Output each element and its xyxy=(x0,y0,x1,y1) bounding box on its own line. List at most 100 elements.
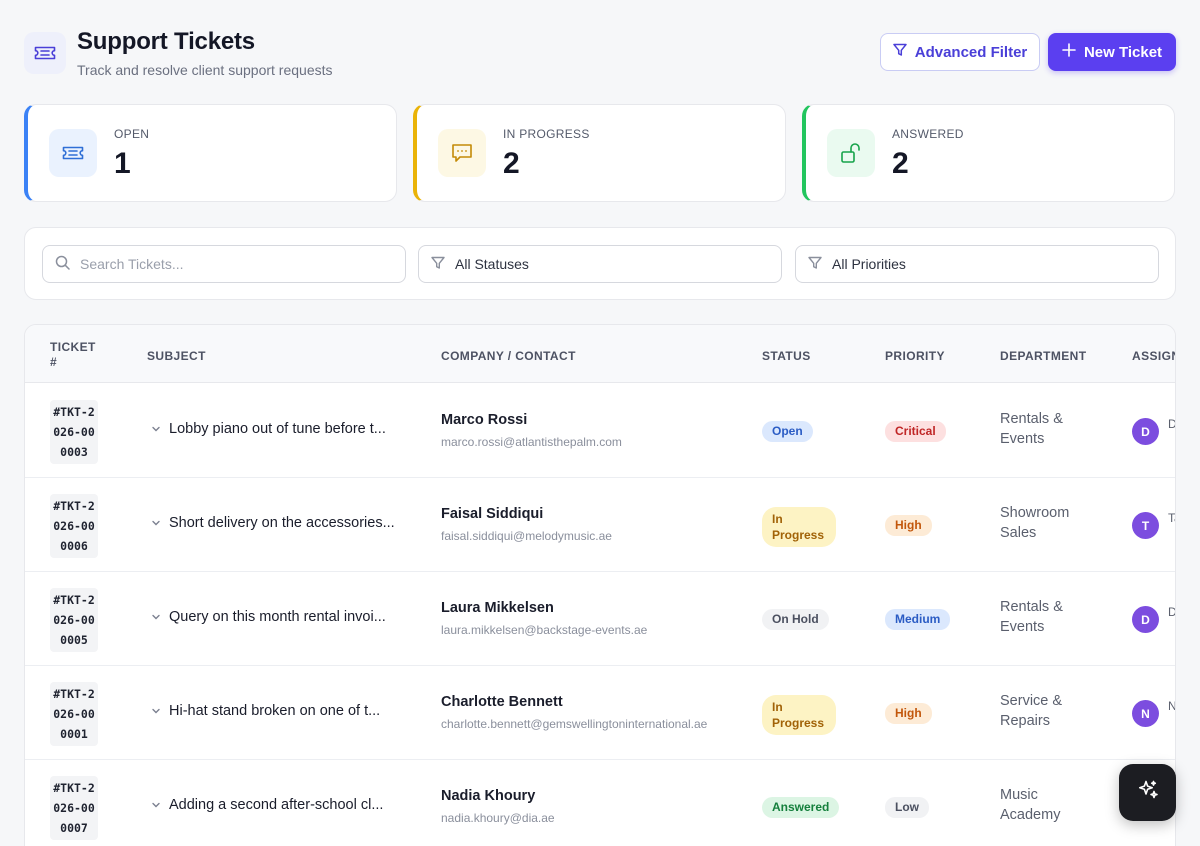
sparkles-icon xyxy=(1136,778,1160,807)
stat-card-answered[interactable]: ANSWERED 2 xyxy=(802,104,1175,202)
subject-cell[interactable]: Query on this month rental invoi... xyxy=(151,609,411,625)
table-row[interactable]: #TKT-2026-000005 Query on this month ren… xyxy=(25,572,1175,666)
priority-badge: Critical xyxy=(885,421,946,442)
status-badge: In Progress xyxy=(762,507,836,547)
priority-badge: High xyxy=(885,515,932,536)
priority-badge: High xyxy=(885,703,932,724)
status-badge: In Progress xyxy=(762,695,836,735)
plus-icon xyxy=(1062,43,1076,61)
stat-card-in-progress[interactable]: IN PROGRESS 2 xyxy=(413,104,786,202)
department: Service & Repairs xyxy=(1000,693,1063,729)
advanced-filter-label: Advanced Filter xyxy=(914,43,1028,61)
chat-icon xyxy=(438,129,486,177)
page-header: Support Tickets Track and resolve client… xyxy=(24,28,1176,84)
ai-assistant-button[interactable] xyxy=(1119,764,1176,821)
ticket-icon xyxy=(24,32,66,74)
stat-label: IN PROGRESS xyxy=(503,127,590,141)
column-header-priority[interactable]: PRIORITY xyxy=(885,349,945,363)
priority-filter-value: All Priorities xyxy=(832,256,906,272)
assignee-name: Ta B xyxy=(1168,511,1175,525)
department: Showroom Sales xyxy=(1000,505,1070,541)
search-input[interactable] xyxy=(80,256,380,272)
ticket-id[interactable]: #TKT-2026-000006 xyxy=(50,494,98,558)
ticket-id[interactable]: #TKT-2026-000003 xyxy=(50,400,98,464)
table-row[interactable]: #TKT-2026-000006 Short delivery on the a… xyxy=(25,478,1175,572)
stat-label: OPEN xyxy=(114,127,150,141)
contact-name: Charlotte Bennett xyxy=(441,694,563,710)
stat-label: ANSWERED xyxy=(892,127,964,141)
filter-bar: All Statuses All Priorities xyxy=(24,227,1176,300)
avatar: D xyxy=(1132,606,1159,633)
chevron-down-icon[interactable] xyxy=(151,518,161,528)
support-tickets-page: Support Tickets Track and resolve client… xyxy=(0,0,1200,846)
department: Rentals & Events xyxy=(1000,599,1063,635)
department: Music Academy xyxy=(1000,787,1061,823)
column-header-ticket[interactable]: TICKET # xyxy=(50,340,100,370)
priority-badge: Low xyxy=(885,797,929,818)
contact-email: laura.mikkelsen@backstage-events.ae xyxy=(441,623,648,637)
column-header-company[interactable]: COMPANY / CONTACT xyxy=(441,349,576,363)
status-filter-value: All Statuses xyxy=(455,256,529,272)
filter-icon xyxy=(892,43,907,61)
chevron-down-icon[interactable] xyxy=(151,706,161,716)
column-header-department[interactable]: DEPARTMENT xyxy=(1000,349,1086,363)
ticket-id[interactable]: #TKT-2026-000005 xyxy=(50,588,98,652)
department: Rentals & Events xyxy=(1000,411,1063,447)
contact-name: Marco Rossi xyxy=(441,412,528,428)
contact-name: Nadia Khoury xyxy=(441,788,536,804)
chevron-down-icon[interactable] xyxy=(151,800,161,810)
table-row[interactable]: #TKT-2026-000007 Adding a second after-s… xyxy=(25,760,1175,846)
page-title: Support Tickets xyxy=(77,28,255,55)
ticket-id[interactable]: #TKT-2026-000001 xyxy=(50,682,98,746)
stat-value: 2 xyxy=(503,147,520,180)
tickets-table: TICKET # SUBJECT COMPANY / CONTACT STATU… xyxy=(24,324,1176,846)
subject-text: Short delivery on the accessories... xyxy=(169,515,395,531)
filter-icon xyxy=(808,256,822,273)
subject-text: Hi-hat stand broken on one of t... xyxy=(169,703,381,719)
contact-name: Faisal Siddiqui xyxy=(441,506,544,522)
priority-filter-select[interactable]: All Priorities xyxy=(795,245,1159,283)
new-ticket-button[interactable]: New Ticket xyxy=(1048,33,1176,71)
column-header-assignee[interactable]: ASSIGN xyxy=(1132,349,1175,363)
status-filter-select[interactable]: All Statuses xyxy=(418,245,782,283)
subject-cell[interactable]: Lobby piano out of tune before t... xyxy=(151,421,411,437)
subject-text: Query on this month rental invoi... xyxy=(169,609,386,625)
unlock-icon xyxy=(827,129,875,177)
chevron-down-icon[interactable] xyxy=(151,612,161,622)
priority-badge: Medium xyxy=(885,609,951,630)
subject-text: Adding a second after-school cl... xyxy=(169,797,384,813)
column-header-subject[interactable]: SUBJECT xyxy=(147,349,206,363)
search-box[interactable] xyxy=(42,245,406,283)
avatar: T xyxy=(1132,512,1159,539)
search-icon xyxy=(55,255,70,273)
ticket-id[interactable]: #TKT-2026-000007 xyxy=(50,776,98,840)
contact-name: Laura Mikkelsen xyxy=(441,600,554,616)
subject-cell[interactable]: Short delivery on the accessories... xyxy=(151,515,411,531)
contact-email: marco.rossi@atlantisthepalm.com xyxy=(441,435,622,449)
new-ticket-label: New Ticket xyxy=(1083,43,1163,61)
assignee-name: D C xyxy=(1168,605,1176,619)
stat-value: 1 xyxy=(114,147,131,180)
subject-cell[interactable]: Adding a second after-school cl... xyxy=(151,797,411,813)
table-header: TICKET # SUBJECT COMPANY / CONTACT STATU… xyxy=(25,325,1175,383)
contact-email: charlotte.bennett@gemswellingtoninternat… xyxy=(441,717,708,731)
subject-text: Lobby piano out of tune before t... xyxy=(169,421,386,437)
status-badge: Open xyxy=(762,421,813,442)
assignee-name: N Iv xyxy=(1168,699,1176,713)
stat-card-open[interactable]: OPEN 1 xyxy=(24,104,397,202)
filter-icon xyxy=(431,256,445,273)
table-row[interactable]: #TKT-2026-000001 Hi-hat stand broken on … xyxy=(25,666,1175,760)
avatar: N xyxy=(1132,700,1159,727)
stat-value: 2 xyxy=(892,147,909,180)
page-subtitle: Track and resolve client support request… xyxy=(77,62,333,78)
chevron-down-icon[interactable] xyxy=(151,424,161,434)
status-badge: On Hold xyxy=(762,609,829,630)
avatar: D xyxy=(1132,418,1159,445)
assignee-name: D C xyxy=(1168,417,1176,431)
column-header-status[interactable]: STATUS xyxy=(762,349,811,363)
contact-email: nadia.khoury@dia.ae xyxy=(441,811,555,825)
contact-email: faisal.siddiqui@melodymusic.ae xyxy=(441,529,612,543)
table-row[interactable]: #TKT-2026-000003 Lobby piano out of tune… xyxy=(25,384,1175,478)
subject-cell[interactable]: Hi-hat stand broken on one of t... xyxy=(151,703,411,719)
advanced-filter-button[interactable]: Advanced Filter xyxy=(880,33,1040,71)
